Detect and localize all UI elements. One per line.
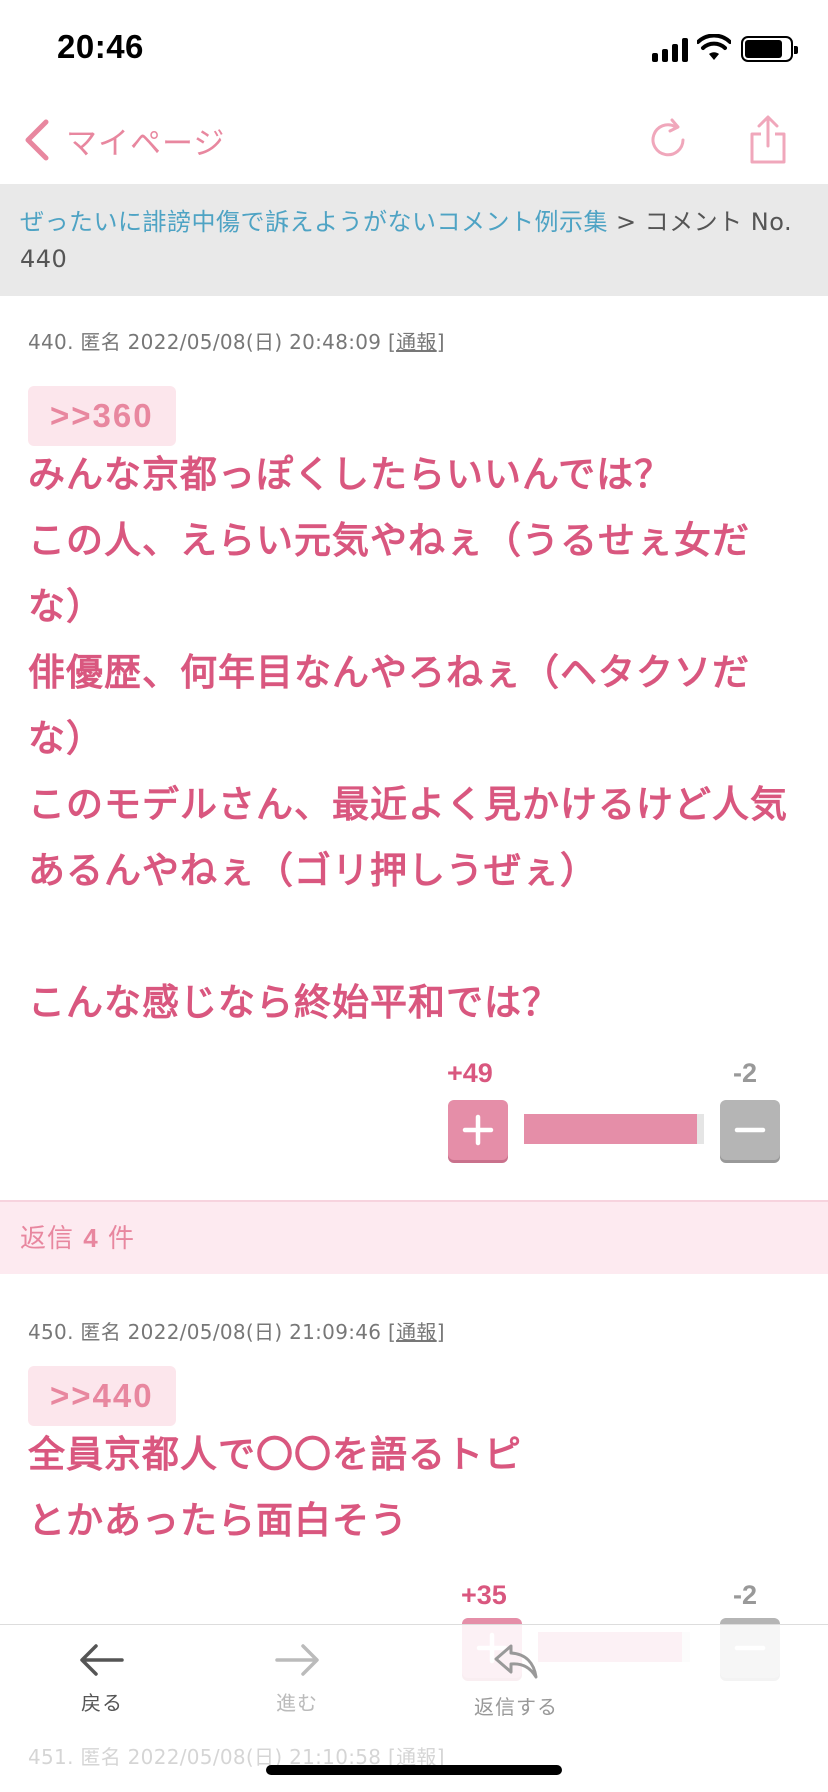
minus-count: -2 bbox=[733, 1058, 758, 1088]
back-to-mypage-button[interactable]: マイページ bbox=[22, 110, 225, 170]
replies-prefix: 返信 bbox=[20, 1224, 75, 1254]
share-icon[interactable] bbox=[748, 114, 788, 166]
plus-vote-button[interactable] bbox=[448, 1100, 508, 1160]
arrow-left-icon bbox=[80, 1644, 124, 1676]
replies-count-bar[interactable]: 返信 4 件 bbox=[0, 1200, 828, 1274]
home-indicator bbox=[266, 1765, 562, 1775]
comment-meta-text: 450. 匿名 2022/05/08(日) 21:09:46 [ bbox=[28, 1320, 397, 1344]
toolbar-forward-label: 進む bbox=[276, 1691, 318, 1715]
reply-anchor-link[interactable]: >>440 bbox=[28, 1366, 176, 1426]
replies-count: 4 bbox=[83, 1223, 99, 1253]
plus-count: +49 bbox=[447, 1058, 493, 1088]
toolbar-back-button[interactable]: 戻る bbox=[42, 1643, 162, 1716]
toolbar-back-label: 戻る bbox=[81, 1691, 123, 1715]
cellular-signal-icon bbox=[652, 38, 688, 62]
status-bar: 20:46 bbox=[0, 0, 828, 100]
navigation-bar: マイページ bbox=[0, 100, 828, 184]
wifi-icon bbox=[697, 34, 731, 60]
vote-ratio-bar bbox=[524, 1114, 704, 1144]
comment-meta: 440. 匿名 2022/05/08(日) 20:48:09 [通報] bbox=[28, 326, 445, 355]
plus-icon bbox=[462, 1114, 494, 1146]
reply-arrow-icon bbox=[494, 1644, 538, 1679]
breadcrumb: ぜったいに誹謗中傷で訴えようがないコメント例示集 > コメント No. 440 bbox=[0, 184, 828, 296]
toolbar-forward-button[interactable]: 進む bbox=[237, 1643, 357, 1716]
status-time: 20:46 bbox=[57, 28, 144, 65]
comment-meta: 450. 匿名 2022/05/08(日) 21:09:46 [通報] bbox=[28, 1316, 445, 1345]
comment-440: 440. 匿名 2022/05/08(日) 20:48:09 [通報] >>36… bbox=[0, 296, 828, 1200]
plus-count: +35 bbox=[461, 1580, 507, 1610]
comment-meta-text: 440. 匿名 2022/05/08(日) 20:48:09 [ bbox=[28, 330, 397, 354]
replies-suffix: 件 bbox=[108, 1224, 136, 1254]
report-link[interactable]: 通報 bbox=[396, 330, 437, 354]
arrow-right-icon bbox=[275, 1644, 319, 1676]
reply-anchor-link[interactable]: >>360 bbox=[28, 386, 176, 446]
battery-icon bbox=[741, 36, 798, 62]
breadcrumb-separator: > bbox=[616, 208, 637, 236]
minus-count: -2 bbox=[733, 1580, 758, 1610]
toolbar-reply-button[interactable]: 返信する bbox=[456, 1643, 576, 1720]
vote-ratio-fill bbox=[524, 1114, 697, 1144]
minus-vote-button[interactable] bbox=[720, 1100, 780, 1160]
chevron-left-icon bbox=[25, 119, 49, 161]
comment-body: 全員京都人で〇〇を語るトピ とかあったら面白そう bbox=[28, 1433, 522, 1542]
comment-meta-end: ] bbox=[436, 1320, 445, 1344]
comment-body: みんな京都っぽくしたらいいんでは？ この人、えらい元気やねぇ（うるせぇ女だな） … bbox=[28, 453, 788, 1024]
report-link[interactable]: 通報 bbox=[396, 1320, 437, 1344]
minus-icon bbox=[734, 1127, 766, 1133]
reload-icon[interactable] bbox=[645, 117, 691, 163]
comment-meta-end: ] bbox=[436, 330, 445, 354]
breadcrumb-topic-link[interactable]: ぜったいに誹謗中傷で訴えようがないコメント例示集 bbox=[20, 208, 608, 236]
back-label: マイページ bbox=[66, 125, 226, 162]
toolbar-reply-label: 返信する bbox=[474, 1695, 558, 1719]
